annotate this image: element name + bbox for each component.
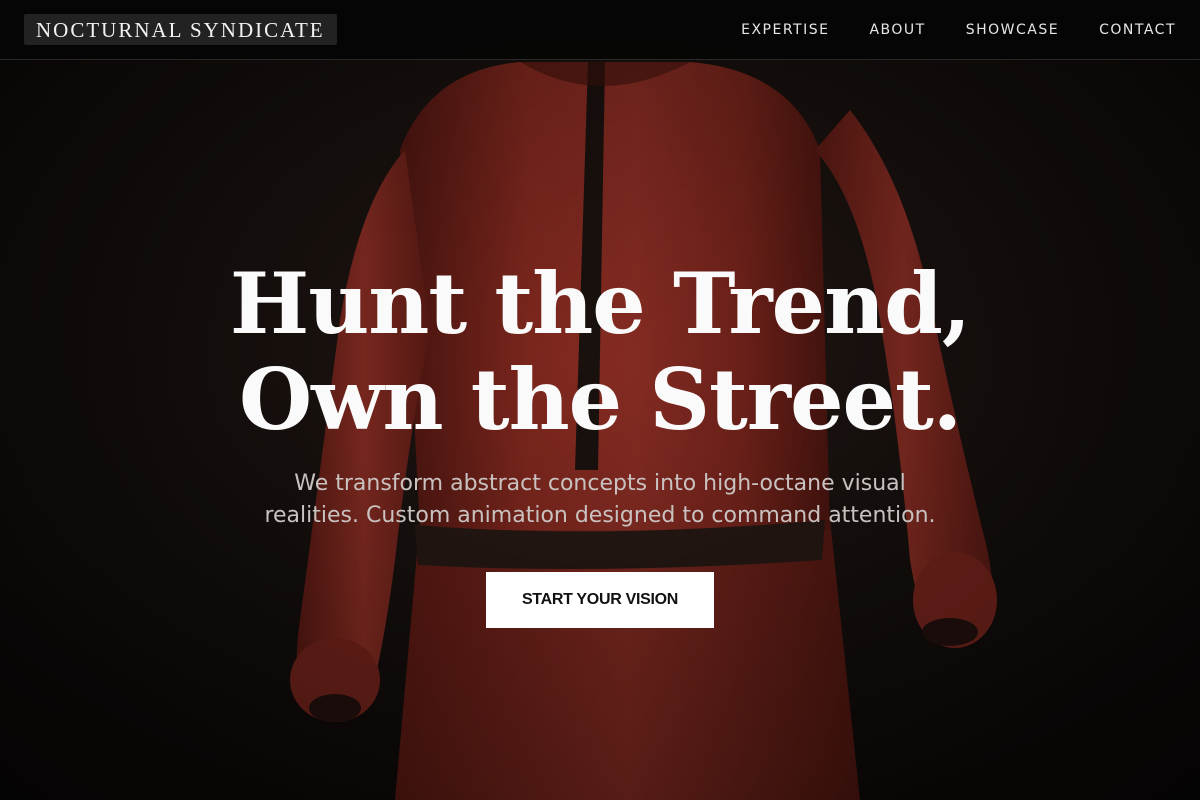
landing-page: NOCTURNAL SYNDICATE EXPERTISE ABOUT SHOW… <box>0 0 1200 800</box>
hero-subtitle: We transform abstract concepts into high… <box>264 471 936 528</box>
top-navbar: NOCTURNAL SYNDICATE EXPERTISE ABOUT SHOW… <box>0 0 1200 60</box>
nav-link-showcase[interactable]: SHOWCASE <box>966 22 1059 38</box>
nav-link-expertise[interactable]: EXPERTISE <box>741 22 829 38</box>
nav-link-about[interactable]: ABOUT <box>869 22 925 38</box>
hero-headline-line-1: Hunt the Trend, <box>229 254 971 353</box>
hero-section: Hunt the Trend, Own the Street. We trans… <box>0 0 1200 800</box>
hero-headline: Hunt the Trend, Own the Street. <box>0 256 1200 448</box>
main-nav: EXPERTISE ABOUT SHOWCASE CONTACT <box>741 22 1176 38</box>
hero-headline-line-2: Own the Street. <box>238 350 962 449</box>
start-your-vision-button[interactable]: START YOUR VISION <box>486 572 714 628</box>
brand-logo[interactable]: NOCTURNAL SYNDICATE <box>24 14 337 45</box>
nav-link-contact[interactable]: CONTACT <box>1099 22 1176 38</box>
